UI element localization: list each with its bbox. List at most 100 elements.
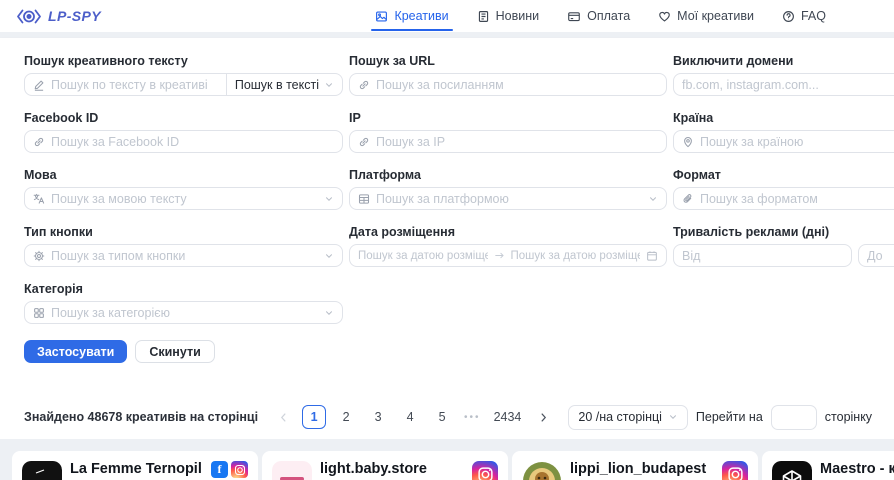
goto-page-label: Перейти на [696, 410, 763, 424]
creative-text-input[interactable] [51, 78, 218, 92]
chevron-down-icon [324, 308, 334, 318]
filter-panel: Пошук креативного тексту Пошук в тексті [0, 38, 894, 395]
results-summary: Знайдено 48678 креативів на сторінці [24, 410, 258, 424]
link-icon [33, 136, 45, 148]
avatar [272, 461, 312, 480]
facebook-icon: f [211, 461, 228, 478]
text-search-mode-select[interactable]: Пошук в тексті [227, 73, 343, 96]
field-label: Пошук за URL [349, 54, 667, 68]
instagram-icon [472, 461, 498, 480]
tab-creatives[interactable]: Креативи [375, 0, 448, 32]
field-label: Пошук креативного тексту [24, 54, 343, 68]
filter-platform: Платформа [349, 168, 667, 210]
main-nav: Креативи Новини Оплата [375, 0, 878, 32]
page-button-2[interactable]: 2 [334, 405, 358, 429]
page-size-value: 20 /на сторінці [578, 410, 662, 424]
creative-text-input-box [24, 73, 227, 96]
filter-button-type: Тип кнопки [24, 225, 343, 267]
duration-to-box [858, 244, 894, 267]
card-icon [567, 10, 581, 23]
page-button-last[interactable]: 2434 [491, 405, 525, 429]
social-icons [472, 461, 498, 480]
eye-logo-icon [16, 8, 42, 25]
field-label: Формат [673, 168, 894, 182]
page-button-5[interactable]: 5 [430, 405, 454, 429]
image-icon [375, 10, 388, 23]
social-icons [722, 461, 748, 480]
duration-from-input[interactable] [682, 249, 843, 263]
platform-input[interactable] [376, 192, 642, 206]
ip-input[interactable] [376, 135, 658, 149]
page-button-1[interactable]: 1 [302, 405, 326, 429]
tab-label: Оплата [587, 9, 630, 23]
goto-page-input[interactable] [771, 405, 817, 430]
field-label: Країна [673, 111, 894, 125]
app-header: LP-SPY Креативи Новини [0, 0, 894, 32]
chevron-down-icon [324, 251, 334, 261]
page-button-4[interactable]: 4 [398, 405, 422, 429]
url-input[interactable] [376, 78, 658, 92]
country-input[interactable] [700, 135, 894, 149]
exclude-domains-input-box [673, 73, 894, 96]
tab-my-creatives[interactable]: Мої креативи [658, 0, 754, 32]
avatar [522, 461, 562, 480]
category-input[interactable] [51, 306, 318, 320]
tab-news[interactable]: Новини [477, 0, 540, 32]
brand-logo[interactable]: LP-SPY [16, 8, 101, 25]
pencil-icon [33, 79, 45, 91]
field-label: Виключити домени [673, 54, 894, 68]
tab-label: Мої креативи [677, 9, 754, 23]
prev-page-button[interactable] [272, 406, 294, 428]
tab-payment[interactable]: Оплата [567, 0, 630, 32]
filter-format: Формат [673, 168, 894, 210]
tab-faq[interactable]: FAQ [782, 0, 826, 32]
page-size-select[interactable]: 20 /на сторінці [568, 405, 688, 430]
pagination-ellipsis[interactable]: ••• [462, 412, 483, 423]
filter-duration: Тривалість реклами (дні) [673, 225, 894, 267]
field-label: Facebook ID [24, 111, 343, 125]
format-input[interactable] [700, 192, 894, 206]
language-select[interactable] [24, 187, 343, 210]
field-label: Тип кнопки [24, 225, 343, 239]
chevron-down-icon [324, 194, 334, 204]
apply-button[interactable]: Застосувати [24, 340, 127, 363]
next-page-button[interactable] [532, 406, 554, 428]
filter-category: Категорія [24, 282, 343, 324]
date-range-picker[interactable]: Пошук за датою розміщення Пошук за датою… [349, 244, 667, 267]
duration-to-input[interactable] [867, 249, 894, 263]
facebook-id-input[interactable] [51, 135, 334, 149]
page-button-3[interactable]: 3 [366, 405, 390, 429]
link-icon [358, 136, 370, 148]
url-input-box [349, 73, 667, 96]
filter-url: Пошук за URL [349, 54, 667, 96]
filter-country: Країна [673, 111, 894, 153]
instagram-icon [231, 461, 248, 478]
duration-from-box [673, 244, 852, 267]
field-label: Категорія [24, 282, 343, 296]
tab-label: FAQ [801, 9, 826, 23]
avatar: La FEMME [22, 461, 62, 480]
creative-card[interactable]: Maestro - кухні, ме замовлення в Ужго 20… [762, 451, 894, 480]
reset-button[interactable]: Скинути [135, 340, 214, 363]
button-type-input[interactable] [51, 249, 318, 263]
language-input[interactable] [51, 192, 318, 206]
field-label: Платформа [349, 168, 667, 182]
chevron-down-icon [324, 80, 334, 90]
chevron-down-icon [648, 194, 658, 204]
creatives-list: La FEMME La Femme Ternopil 2025-11-20 21… [0, 439, 894, 480]
creative-card[interactable]: light.baby.store 2025-11-20 21:02:03 3 d… [262, 451, 508, 480]
button-type-select[interactable] [24, 244, 343, 267]
exclude-domains-input[interactable] [682, 78, 894, 92]
date-from-placeholder: Пошук за датою розміщення [358, 250, 488, 262]
filter-exclude-domains: Виключити домени [673, 54, 894, 96]
tab-label: Новини [496, 9, 540, 23]
card-title: La Femme Ternopil [70, 461, 203, 478]
paperclip-icon [682, 193, 694, 205]
platform-select[interactable] [349, 187, 667, 210]
avatar [772, 461, 812, 480]
creative-card[interactable]: La FEMME La Femme Ternopil 2025-11-20 21… [12, 451, 258, 480]
category-select[interactable] [24, 301, 343, 324]
creative-card[interactable]: lippi_lion_budapest 2025-11-20 21:02:03 … [512, 451, 758, 480]
grid-icon [33, 307, 45, 319]
filter-language: Мова [24, 168, 343, 210]
